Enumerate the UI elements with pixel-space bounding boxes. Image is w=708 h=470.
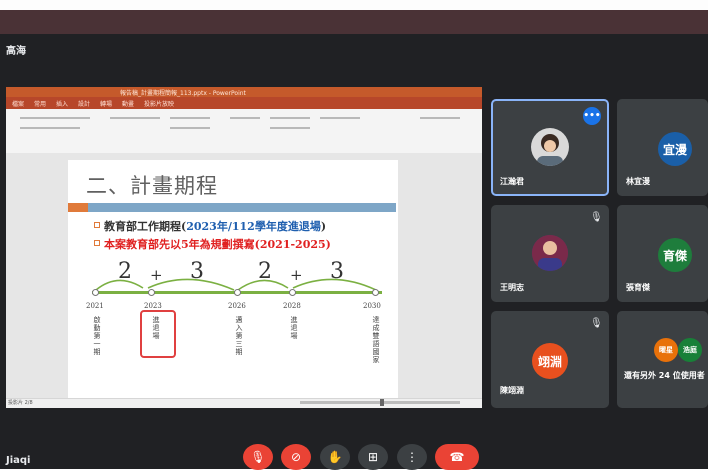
timeline-dot: [234, 289, 241, 296]
ribbon-control: [320, 117, 360, 119]
leave-call-button[interactable]: ☎: [435, 444, 479, 470]
present-icon: ⊞: [367, 450, 379, 464]
bullet-1-highlight: 2023年/112學年度進退場: [186, 220, 321, 233]
timeline-dot: [289, 289, 296, 296]
slide-title: 二、計畫期程: [86, 174, 218, 198]
avatar: 宜漫: [658, 132, 692, 166]
span-label: 2: [118, 259, 132, 284]
more-options-icon[interactable]: •••: [583, 107, 601, 125]
milestone-label: 達成雙語國家: [372, 316, 380, 364]
ppt-tab[interactable]: 常用: [34, 99, 46, 108]
milestone-label: 邁入第三期: [235, 316, 243, 356]
person-photo-icon: [532, 235, 568, 271]
hangup-icon: ☎: [449, 450, 465, 464]
span-plus: +: [290, 266, 303, 284]
more-options-button[interactable]: ⋮: [397, 444, 427, 470]
timeline-dot: [92, 289, 99, 296]
ppt-tab[interactable]: 插入: [56, 99, 68, 108]
span-label: 2: [258, 259, 272, 284]
ribbon-control: [20, 127, 80, 129]
mic-muted-icon: 🎙: [590, 212, 603, 223]
year-label: 2026: [228, 302, 246, 310]
span-label: 3: [330, 259, 344, 284]
timeline-dot: [148, 289, 155, 296]
slide-accent-bar: [68, 203, 88, 212]
photo-avatar: [531, 128, 569, 166]
slide-bullet-1: 教育部工作期程(2023年/112學年度進退場): [104, 218, 326, 234]
participant-name: 王明志: [500, 283, 524, 292]
mic-off-button[interactable]: 🎙: [243, 444, 273, 470]
year-label: 2028: [283, 302, 301, 310]
bullet-1-prefix: 教育部工作期程(: [104, 220, 187, 233]
ribbon-control: [110, 117, 160, 119]
bullet-1-suffix: ): [320, 220, 327, 233]
avatar: 翊淵: [532, 343, 568, 379]
others-count-label: 還有另外 24 位使用者: [624, 371, 705, 380]
milestone-highlight-box: [140, 310, 176, 358]
mic-off-icon: 🎙: [250, 450, 266, 464]
slide-bullet-2: 本案教育部先以5年為規劃撰寫(2021-2025): [104, 238, 331, 251]
ribbon-control: [420, 117, 460, 119]
mic-muted-icon: 🎙: [590, 318, 603, 329]
camera-off-icon: ⊘: [290, 450, 302, 464]
zoom-slider-handle[interactable]: [380, 399, 384, 406]
ppt-tab[interactable]: 動畫: [122, 99, 134, 108]
timeline-dot: [372, 289, 379, 296]
participant-name: 陳翊淵: [500, 386, 524, 395]
avatar: 浩庭: [678, 338, 702, 362]
bullet-icon: [94, 240, 100, 246]
year-label: 2023: [144, 302, 162, 310]
span-label: 3: [190, 259, 204, 284]
top-strip: [0, 0, 708, 10]
ribbon-control: [170, 117, 210, 119]
ppt-tab[interactable]: 轉場: [100, 99, 112, 108]
avatar: 曜星: [654, 338, 678, 362]
hand-icon: ✋: [327, 450, 343, 464]
self-name: Jiaqi: [6, 455, 31, 466]
meeting-title: 高海: [6, 46, 26, 57]
ribbon-control: [170, 127, 210, 129]
slide-header-bar: [88, 203, 396, 212]
avatar: 育傑: [658, 238, 692, 272]
year-label: 2030: [363, 302, 381, 310]
ppt-tab[interactable]: 檔案: [12, 99, 24, 108]
photo-avatar: [532, 235, 568, 271]
ppt-tab[interactable]: 設計: [78, 99, 90, 108]
year-label: 2021: [86, 302, 104, 310]
milestone-label: 啟動第一期: [93, 316, 101, 356]
ribbon-control: [270, 117, 310, 119]
participant-name: 江瀚君: [500, 177, 524, 186]
span-plus: +: [150, 266, 163, 284]
ppt-tab[interactable]: 投影片放映: [144, 99, 174, 108]
slide-counter: 投影片 2/8: [8, 400, 33, 406]
milestone-label: 進退場: [290, 316, 298, 340]
camera-off-button[interactable]: ⊘: [281, 444, 311, 470]
more-vert-icon: ⋮: [406, 450, 418, 464]
ribbon-control: [230, 117, 260, 119]
ribbon-control: [270, 127, 310, 129]
present-button[interactable]: ⊞: [358, 444, 388, 470]
browser-title-bar: [0, 10, 708, 34]
ppt-window-title: 報告稿_計畫期程簡報_113.pptx - PowerPoint: [120, 90, 246, 97]
ppt-ribbon: [6, 109, 482, 154]
participant-name: 林宜漫: [626, 177, 650, 186]
bullet-icon: [94, 222, 100, 228]
person-photo-icon: [537, 134, 563, 166]
raise-hand-button[interactable]: ✋: [320, 444, 350, 470]
participant-name: 張育傑: [626, 283, 650, 292]
ribbon-control: [20, 117, 90, 119]
